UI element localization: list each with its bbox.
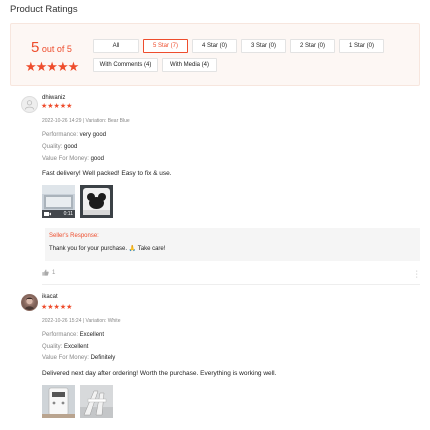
attr-value-for-money: Value For Money: Definitely [42, 355, 116, 361]
review-item: dhiwaniz ★★★★★ 2022-10-26 14:29 | Variat… [10, 92, 420, 285]
filter-with-media[interactable]: With Media (4) [162, 58, 217, 72]
like-button[interactable]: 1 [42, 269, 55, 276]
review-comment: Delivered next day after ordering! Worth… [42, 370, 277, 377]
video-duration: 0:11 [63, 211, 73, 217]
attr-quality: Quality: good [42, 144, 78, 150]
seller-response-title: Seller's Response: [49, 233, 99, 239]
attr-performance: Performance: very good [42, 132, 107, 138]
filter-with-comments[interactable]: With Comments (4) [93, 58, 158, 72]
like-count: 1 [52, 269, 56, 276]
review-item: ikacat ★★★★★ 2022-10-26 15:24 | Variatio… [10, 290, 420, 430]
filter-5-star[interactable]: 5 Star (7) [143, 39, 188, 53]
review-video-thumbnail[interactable]: 0:11 [42, 185, 75, 218]
review-image-thumbnail[interactable] [42, 385, 75, 418]
seller-response: Seller's Response: Thank you for your pu… [45, 228, 420, 261]
review-meta: 2022-10-26 15:24 | Variation: White [42, 318, 121, 324]
review-image-thumbnail[interactable] [80, 385, 113, 418]
seller-response-text: Thank you for your purchase. 🙏 Take care… [49, 246, 166, 252]
average-stars: ★★★★★ [25, 59, 79, 74]
review-comment: Fast delivery! Well packed! Easy to fix … [42, 170, 172, 177]
profile-photo-icon [24, 297, 35, 310]
page-title: Product Ratings [10, 4, 78, 15]
avatar[interactable] [21, 96, 38, 113]
filter-all[interactable]: All [93, 39, 139, 53]
review-divider [42, 284, 420, 285]
review-image-thumbnail[interactable] [80, 185, 113, 218]
attr-performance: Performance: Excellent [42, 332, 105, 338]
rating-summary: 5 out of 5 ★★★★★ All 5 Star (7) 4 Star (… [10, 23, 420, 86]
filter-3-star[interactable]: 3 Star (0) [241, 39, 286, 53]
attr-value-for-money: Value For Money: good [42, 156, 104, 162]
attr-quality: Quality: Excellent [42, 344, 89, 350]
review-stars: ★★★★★ [41, 103, 73, 110]
filter-4-star[interactable]: 4 Star (0) [192, 39, 237, 53]
score-out-of: out of 5 [39, 44, 72, 54]
avatar[interactable] [21, 294, 38, 311]
user-icon [24, 100, 35, 110]
more-options-icon[interactable]: · · · [416, 268, 418, 281]
filter-1-star[interactable]: 1 Star (0) [339, 39, 384, 53]
review-stars: ★★★★★ [41, 304, 73, 311]
filter-2-star[interactable]: 2 Star (0) [290, 39, 335, 53]
reviewer-name[interactable]: ikacat [42, 294, 58, 300]
average-score: 5 out of 5 [31, 39, 72, 57]
review-meta: 2022-10-26 14:29 | Variation: Bear Blue [42, 118, 130, 124]
reviewer-name[interactable]: dhiwaniz [42, 95, 65, 101]
thumbs-up-icon [42, 269, 49, 276]
